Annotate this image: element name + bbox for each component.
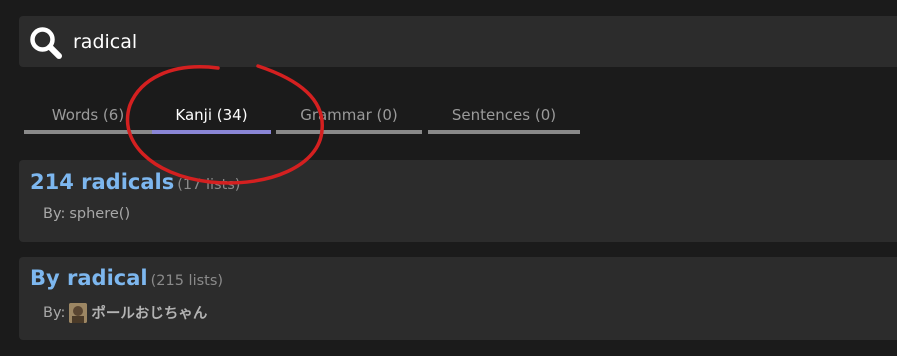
search-input[interactable]	[73, 26, 853, 58]
by-label: By:	[43, 206, 66, 222]
result-list-count: (17 lists)	[177, 177, 241, 193]
author-name[interactable]: sphere()	[69, 206, 130, 222]
result-card[interactable]: 214 radicals (17 lists) By: sphere()	[19, 160, 897, 242]
tab-words[interactable]: Words (6)	[24, 100, 152, 134]
result-title-row: 214 radicals (17 lists)	[30, 170, 240, 194]
result-author-row: By: ポールおじちゃん	[43, 302, 207, 323]
result-title-row: By radical (215 lists)	[30, 266, 223, 290]
by-label: By:	[43, 304, 66, 321]
tab-underline	[276, 130, 422, 134]
author-name[interactable]: ポールおじちゃん	[91, 302, 207, 323]
tab-sentences[interactable]: Sentences (0)	[428, 100, 580, 134]
search-bar[interactable]	[19, 16, 897, 67]
app-root: Words (6) Kanji (34) Grammar (0) Sentenc…	[0, 0, 897, 356]
tab-label: Words (6)	[51, 106, 125, 124]
result-card[interactable]: By radical (215 lists) By: ポールおじちゃん	[19, 257, 897, 340]
tab-grammar[interactable]: Grammar (0)	[276, 100, 422, 134]
tab-underline	[428, 130, 580, 134]
result-title-link[interactable]: 214 radicals	[30, 170, 174, 194]
tab-kanji[interactable]: Kanji (34)	[152, 100, 271, 134]
result-author-row: By: sphere()	[43, 206, 130, 222]
result-title-link[interactable]: By radical	[30, 266, 148, 290]
search-icon[interactable]	[28, 25, 64, 61]
tab-label: Grammar (0)	[300, 106, 398, 124]
tab-label: Sentences (0)	[451, 106, 557, 124]
tab-label: Kanji (34)	[175, 106, 248, 124]
result-list-count: (215 lists)	[150, 273, 224, 289]
tab-underline	[152, 130, 271, 134]
tab-underline	[24, 130, 152, 134]
avatar[interactable]	[69, 302, 88, 323]
